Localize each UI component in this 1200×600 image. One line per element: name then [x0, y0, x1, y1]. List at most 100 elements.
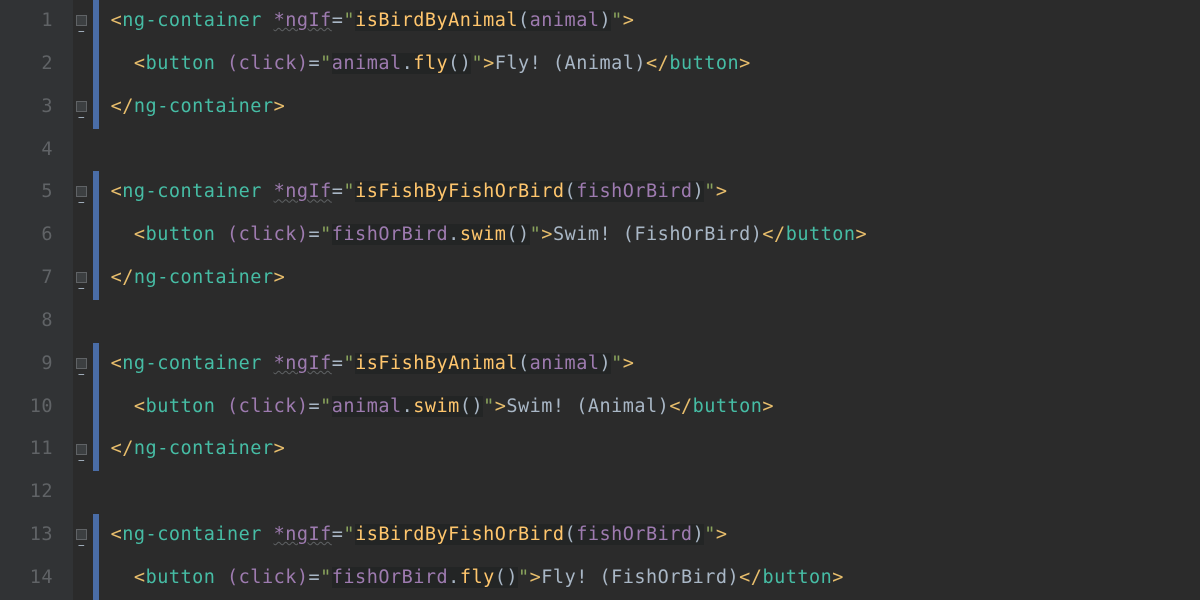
code-token: " — [483, 396, 495, 417]
code-token: > — [832, 567, 844, 588]
fold-toggle-icon[interactable] — [76, 444, 87, 455]
code-token: " — [471, 53, 483, 74]
code-token: fly — [413, 53, 448, 74]
code-token: *ngIf — [274, 10, 332, 31]
code-token: </ — [669, 396, 692, 417]
code-token: isFishByFishOrBird — [355, 181, 564, 202]
code-token: *ngIf — [274, 524, 332, 545]
code-line[interactable]: <ng-container *ngIf="isBirdByAnimal(anim… — [93, 0, 1200, 43]
line-number: 3 — [0, 86, 53, 129]
code-token: " — [320, 567, 332, 588]
code-token: fishOrBird — [332, 224, 448, 245]
code-token: Fly! (FishOrBird) — [541, 567, 739, 588]
code-area[interactable]: <ng-container *ngIf="isBirdByAnimal(anim… — [93, 0, 1200, 600]
code-line[interactable] — [93, 300, 1200, 343]
code-token: button — [669, 53, 739, 74]
code-line[interactable]: <ng-container *ngIf="isFishByFishOrBird(… — [93, 171, 1200, 214]
code-token: " — [320, 53, 332, 74]
code-token: < — [111, 524, 123, 545]
change-marker — [93, 386, 99, 429]
code-line[interactable]: </ng-container> — [93, 86, 1200, 129]
code-token: " — [530, 224, 542, 245]
code-token: Swim! (FishOrBird) — [553, 224, 762, 245]
code-token: > — [541, 224, 553, 245]
code-token: ) — [599, 10, 611, 31]
code-token: ng-container — [122, 10, 273, 31]
code-line[interactable] — [93, 471, 1200, 514]
code-token: = — [309, 567, 321, 588]
code-token: > — [716, 181, 728, 202]
code-token: " — [343, 10, 355, 31]
code-editor[interactable]: 1234567891011121314 <ng-container *ngIf=… — [0, 0, 1200, 600]
code-token: " — [611, 353, 623, 374]
code-token: > — [274, 96, 286, 117]
code-token: > — [623, 353, 635, 374]
code-token: > — [856, 224, 868, 245]
change-marker — [93, 214, 99, 257]
code-token: > — [530, 567, 542, 588]
code-line[interactable]: <ng-container *ngIf="isFishByAnimal(anim… — [93, 343, 1200, 386]
code-token: animal — [332, 53, 402, 74]
code-line[interactable]: <button (click)="animal.fly()">Fly! (Ani… — [93, 43, 1200, 86]
code-token: = — [332, 10, 344, 31]
line-number: 5 — [0, 171, 53, 214]
code-line[interactable]: <ng-container *ngIf="isBirdByFishOrBird(… — [93, 514, 1200, 557]
code-token: button — [762, 567, 832, 588]
code-token: < — [111, 10, 123, 31]
code-token: > — [739, 53, 751, 74]
code-token: () — [495, 567, 518, 588]
line-number: 13 — [0, 514, 53, 557]
code-line[interactable]: <button (click)="animal.swim()">Swim! (A… — [93, 386, 1200, 429]
code-token: ng-container — [122, 524, 273, 545]
code-token: animal — [530, 353, 600, 374]
code-token: < — [134, 53, 146, 74]
code-token: " — [343, 181, 355, 202]
code-line[interactable]: </ng-container> — [93, 257, 1200, 300]
line-number: 12 — [0, 471, 53, 514]
code-token: swim — [460, 224, 507, 245]
code-token: button — [146, 224, 227, 245]
change-marker — [93, 514, 99, 557]
code-line[interactable] — [93, 129, 1200, 172]
line-number: 9 — [0, 343, 53, 386]
code-token: < — [111, 181, 123, 202]
fold-toggle-icon[interactable] — [76, 15, 87, 26]
fold-toggle-icon[interactable] — [76, 186, 87, 197]
fold-toggle-icon[interactable] — [76, 529, 87, 540]
code-token: animal — [332, 396, 402, 417]
code-token: ng-container — [122, 353, 273, 374]
code-line[interactable]: </ng-container> — [93, 428, 1200, 471]
fold-toggle-icon[interactable] — [76, 358, 87, 369]
code-line[interactable]: <button (click)="fishOrBird.fly()">Fly! … — [93, 557, 1200, 600]
code-token: > — [762, 396, 774, 417]
code-token: ) — [693, 181, 705, 202]
code-token: " — [343, 353, 355, 374]
code-token: = — [309, 396, 321, 417]
line-number: 2 — [0, 43, 53, 86]
line-number: 6 — [0, 214, 53, 257]
code-token: *ngIf — [274, 181, 332, 202]
code-token: animal — [530, 10, 600, 31]
change-marker — [93, 43, 99, 86]
code-line[interactable]: <button (click)="fishOrBird.swim()">Swim… — [93, 214, 1200, 257]
code-token: . — [448, 567, 460, 588]
fold-toggle-icon[interactable] — [76, 101, 87, 112]
change-marker — [93, 86, 99, 129]
code-token: ng-container — [122, 181, 273, 202]
fold-toggle-icon[interactable] — [76, 272, 87, 283]
code-token: button — [146, 53, 227, 74]
line-number: 14 — [0, 557, 53, 600]
code-token: < — [134, 567, 146, 588]
code-token: () — [460, 396, 483, 417]
code-token: fly — [460, 567, 495, 588]
code-token: () — [448, 53, 471, 74]
code-token: > — [716, 524, 728, 545]
code-token: = — [309, 53, 321, 74]
code-token: " — [320, 396, 332, 417]
line-number: 11 — [0, 428, 53, 471]
code-token: > — [483, 53, 495, 74]
code-token: (click) — [227, 567, 308, 588]
change-marker — [93, 257, 99, 300]
code-token: < — [134, 396, 146, 417]
line-number: 8 — [0, 300, 53, 343]
